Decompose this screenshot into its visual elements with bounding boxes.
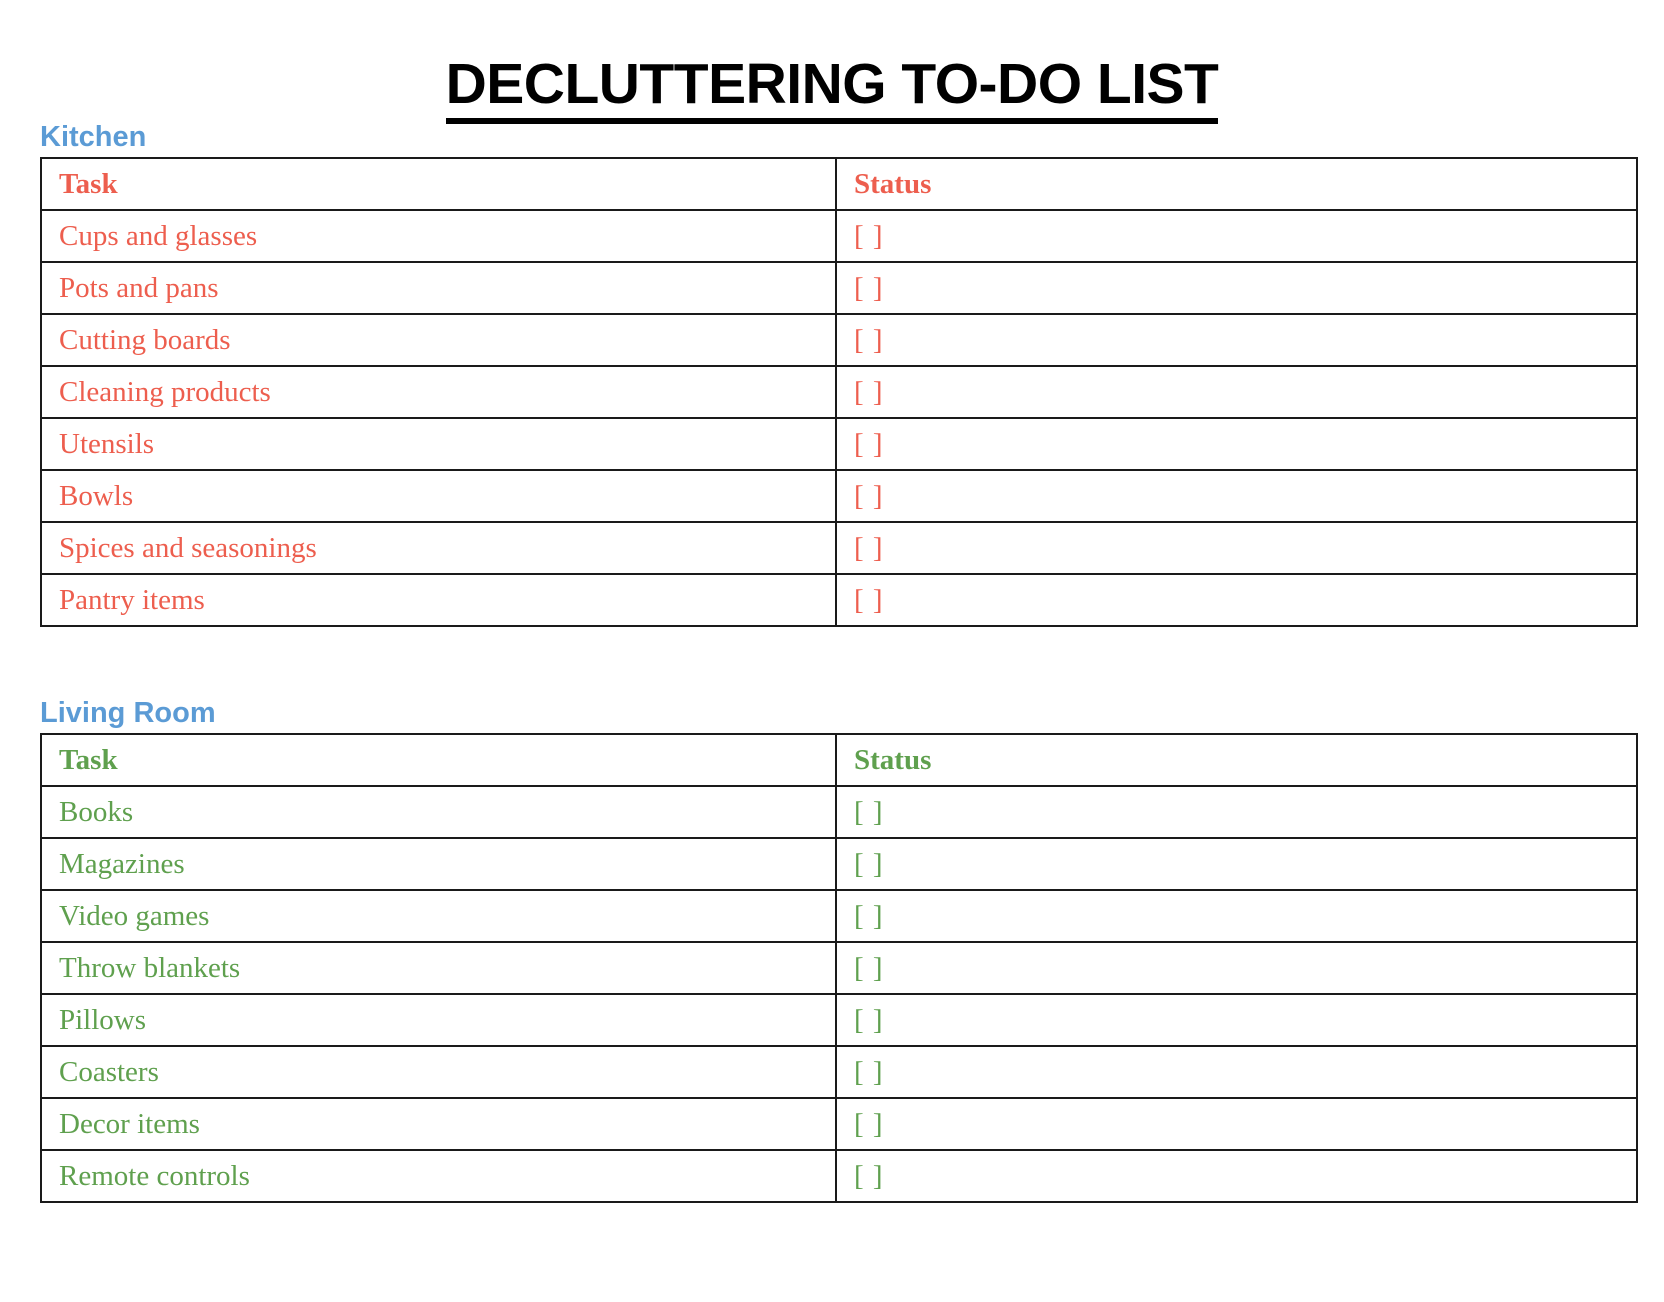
task-label: Decor items bbox=[40, 1097, 837, 1151]
page-title: DECLUTTERING TO-DO LIST bbox=[445, 52, 1219, 125]
table-row: Coasters [ ] bbox=[40, 1045, 1638, 1099]
task-label: Coasters bbox=[40, 1045, 837, 1099]
table-row: Pots and pans [ ] bbox=[40, 261, 1638, 315]
status-checkbox[interactable]: [ ] bbox=[835, 993, 1638, 1047]
task-label: Magazines bbox=[40, 837, 837, 891]
table-row: Cutting boards [ ] bbox=[40, 313, 1638, 367]
status-checkbox[interactable]: [ ] bbox=[835, 209, 1638, 263]
task-label: Throw blankets bbox=[40, 941, 837, 995]
status-checkbox[interactable]: [ ] bbox=[835, 313, 1638, 367]
task-label: Pillows bbox=[40, 993, 837, 1047]
living-room-table-body: Books [ ] Magazines [ ] Video games [ ] … bbox=[40, 785, 1638, 1203]
task-label: Spices and seasonings bbox=[40, 521, 837, 575]
column-header-task: Task bbox=[40, 733, 837, 787]
status-checkbox[interactable]: [ ] bbox=[835, 1045, 1638, 1099]
task-label: Remote controls bbox=[40, 1149, 837, 1203]
table-row: Magazines [ ] bbox=[40, 837, 1638, 891]
table-row: Remote controls [ ] bbox=[40, 1149, 1638, 1203]
task-label: Bowls bbox=[40, 469, 837, 523]
task-label: Pantry items bbox=[40, 573, 837, 627]
status-checkbox[interactable]: [ ] bbox=[835, 469, 1638, 523]
section-heading-kitchen: Kitchen bbox=[40, 121, 147, 153]
kitchen-table-body: Cups and glasses [ ] Pots and pans [ ] C… bbox=[40, 209, 1638, 627]
table-row: Bowls [ ] bbox=[40, 469, 1638, 523]
task-label: Cleaning products bbox=[40, 365, 837, 419]
status-checkbox[interactable]: [ ] bbox=[835, 1097, 1638, 1151]
table-row: Cleaning products [ ] bbox=[40, 365, 1638, 419]
status-checkbox[interactable]: [ ] bbox=[835, 261, 1638, 315]
column-header-task: Task bbox=[40, 157, 837, 211]
table-header-row: Task Status bbox=[40, 157, 1638, 211]
status-checkbox[interactable]: [ ] bbox=[835, 1149, 1638, 1203]
table-row: Throw blankets [ ] bbox=[40, 941, 1638, 995]
table-row: Pillows [ ] bbox=[40, 993, 1638, 1047]
status-checkbox[interactable]: [ ] bbox=[835, 521, 1638, 575]
table-row: Spices and seasonings [ ] bbox=[40, 521, 1638, 575]
task-label: Pots and pans bbox=[40, 261, 837, 315]
task-label: Video games bbox=[40, 889, 837, 943]
table-row: Video games [ ] bbox=[40, 889, 1638, 943]
table-row: Decor items [ ] bbox=[40, 1097, 1638, 1151]
table-header-row: Task Status bbox=[40, 733, 1638, 787]
table-row: Books [ ] bbox=[40, 785, 1638, 839]
section-heading-living-room: Living Room bbox=[40, 697, 216, 729]
task-label: Utensils bbox=[40, 417, 837, 471]
column-header-status: Status bbox=[835, 157, 1638, 211]
status-checkbox[interactable]: [ ] bbox=[835, 941, 1638, 995]
kitchen-task-table: Task Status Cups and glasses [ ] Pots an… bbox=[40, 157, 1638, 627]
table-row: Pantry items [ ] bbox=[40, 573, 1638, 627]
status-checkbox[interactable]: [ ] bbox=[835, 785, 1638, 839]
status-checkbox[interactable]: [ ] bbox=[835, 365, 1638, 419]
task-label: Cups and glasses bbox=[40, 209, 837, 263]
table-row: Utensils [ ] bbox=[40, 417, 1638, 471]
page-title-container: DECLUTTERING TO-DO LIST bbox=[0, 14, 1664, 162]
task-label: Cutting boards bbox=[40, 313, 837, 367]
status-checkbox[interactable]: [ ] bbox=[835, 889, 1638, 943]
kitchen-table-header: Task Status bbox=[40, 157, 1638, 211]
living-room-table-header: Task Status bbox=[40, 733, 1638, 787]
status-checkbox[interactable]: [ ] bbox=[835, 417, 1638, 471]
table-row: Cups and glasses [ ] bbox=[40, 209, 1638, 263]
task-label: Books bbox=[40, 785, 837, 839]
document-page: DECLUTTERING TO-DO LIST Kitchen Task Sta… bbox=[0, 0, 1664, 1302]
column-header-status: Status bbox=[835, 733, 1638, 787]
living-room-task-table: Task Status Books [ ] Magazines [ ] Vide… bbox=[40, 733, 1638, 1203]
status-checkbox[interactable]: [ ] bbox=[835, 573, 1638, 627]
status-checkbox[interactable]: [ ] bbox=[835, 837, 1638, 891]
